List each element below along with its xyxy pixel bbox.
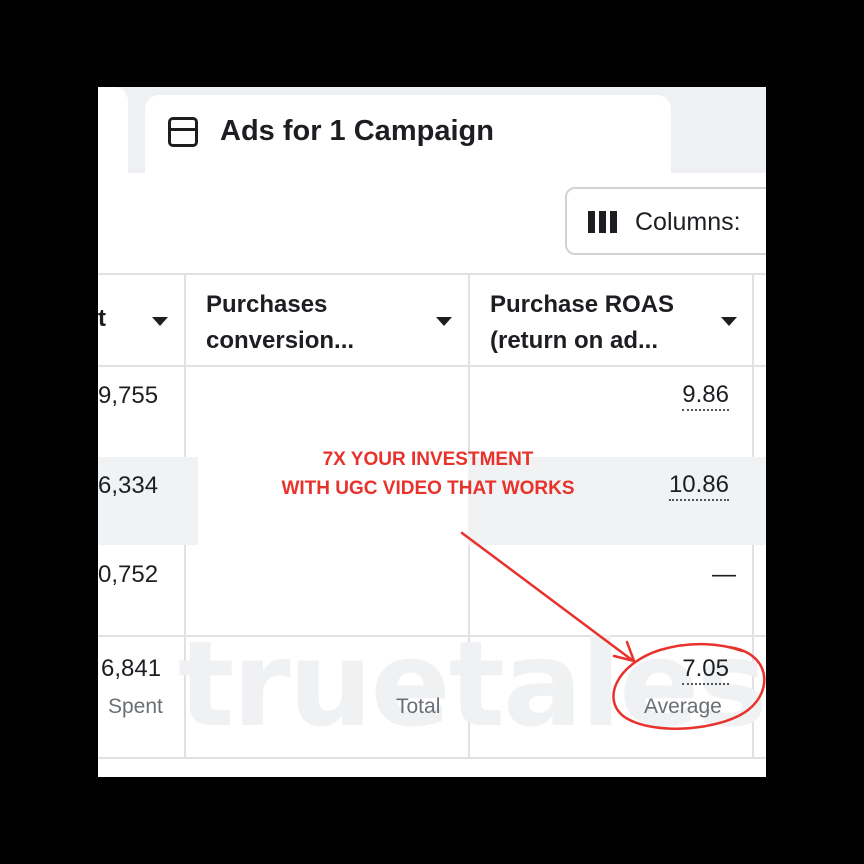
column-header-spent[interactable]: t <box>98 301 106 337</box>
cell-spent: 0,752 <box>98 561 159 588</box>
divider <box>98 273 766 275</box>
promo-line-2: WITH UGC VIDEO THAT WORKS <box>281 478 575 499</box>
cell-roas[interactable]: 10.86 <box>668 471 729 501</box>
tab-title: Ads for 1 Campaign <box>220 115 494 147</box>
cell-roas[interactable]: 9.86 <box>682 381 729 411</box>
summary-roas-value[interactable]: 7.05 <box>682 655 729 685</box>
row-highlight <box>98 457 198 545</box>
columns-button[interactable]: Columns: <box>565 187 766 255</box>
column-header-roas[interactable]: Purchase ROAS (return on ad... <box>490 287 674 359</box>
cell-roas: — <box>712 561 736 588</box>
summary-spent-value: 6,841 <box>101 655 162 682</box>
chevron-down-icon[interactable] <box>721 317 737 326</box>
cell-spent: 6,334 <box>98 472 159 499</box>
tab-strip: Ads for 1 Campaign <box>98 87 766 173</box>
columns-label: Columns: <box>635 208 741 236</box>
cell-spent: 9,755 <box>98 382 159 409</box>
columns-icon <box>588 211 620 233</box>
ads-manager-panel: Ads for 1 Campaign Columns: t Purchases … <box>98 87 766 777</box>
divider <box>98 757 766 759</box>
column-header-purchases[interactable]: Purchases conversion... <box>206 287 354 359</box>
chevron-down-icon[interactable] <box>152 317 168 326</box>
summary-spent-label: Spent <box>108 695 163 718</box>
summary-total-label: Total <box>396 695 441 718</box>
chevron-down-icon[interactable] <box>436 317 452 326</box>
promo-line-1: 7X YOUR INVESTMENT <box>322 449 534 470</box>
summary-average-label: Average <box>644 695 722 718</box>
divider <box>98 365 766 367</box>
watermark: truetales <box>178 615 766 753</box>
window-icon <box>168 117 198 147</box>
tab-previous[interactable] <box>98 87 128 173</box>
